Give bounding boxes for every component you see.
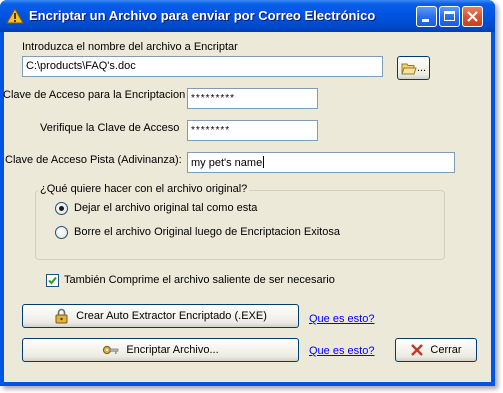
warning-lock-icon xyxy=(6,8,24,24)
compress-checkbox[interactable] xyxy=(46,274,59,287)
password-label: Clave de Acceso para la Encriptacion xyxy=(3,89,186,101)
file-path-input[interactable]: C:\products\FAQ's.doc xyxy=(22,56,383,77)
encrypt-file-label: Encriptar Archivo... xyxy=(126,344,219,356)
hint-label: Clave de Acceso Pista (Adivinanza): xyxy=(5,154,182,166)
minimize-icon xyxy=(422,19,429,22)
browse-button[interactable]: ... xyxy=(397,56,430,80)
verify-label: Verifique la Clave de Acceso xyxy=(40,122,180,134)
file-label: Introduzca el nombre del archivo a Encri… xyxy=(22,41,238,53)
close-button[interactable] xyxy=(462,6,483,27)
folder-icon xyxy=(401,63,417,74)
hint-value: my pet's name xyxy=(191,157,263,169)
help-link-encrypt[interactable]: Que es esto? xyxy=(309,345,374,357)
encrypt-file-button[interactable]: Encriptar Archivo... xyxy=(22,338,299,362)
hint-input[interactable]: my pet's name xyxy=(187,152,455,173)
close-icon xyxy=(467,11,478,22)
verify-password-input[interactable]: ******** xyxy=(187,120,318,141)
key-icon xyxy=(102,342,120,358)
checkmark-icon xyxy=(48,276,57,285)
original-file-group-title: ¿Qué quiere hacer con el archivo origina… xyxy=(38,183,250,195)
delete-original-label[interactable]: Borre el archivo Original luego de Encri… xyxy=(74,226,340,238)
close-dialog-button[interactable]: Cerrar xyxy=(395,338,477,362)
cancel-x-icon xyxy=(410,343,424,357)
dialog-body: Introduzca el nombre del archivo a Encri… xyxy=(3,32,491,382)
create-exe-button[interactable]: Crear Auto Extractor Encriptado (.EXE) xyxy=(22,304,299,328)
text-caret xyxy=(263,156,265,168)
window-title: Encriptar un Archivo para enviar por Cor… xyxy=(29,8,376,23)
maximize-icon xyxy=(444,11,455,21)
help-link-exe[interactable]: Que es esto? xyxy=(309,313,374,325)
close-dialog-label: Cerrar xyxy=(430,344,462,356)
keep-original-label[interactable]: Dejar el archivo original tal como esta xyxy=(74,202,257,214)
main-window: Encriptar un Archivo para enviar por Cor… xyxy=(0,0,495,386)
password-input[interactable]: ********* xyxy=(187,88,318,109)
create-exe-label: Crear Auto Extractor Encriptado (.EXE) xyxy=(76,310,267,322)
keep-original-radio[interactable] xyxy=(55,202,68,215)
compress-label[interactable]: También Comprime el archivo saliente de … xyxy=(64,274,335,286)
original-file-group xyxy=(35,190,445,260)
title-bar[interactable]: Encriptar un Archivo para enviar por Cor… xyxy=(0,0,495,32)
delete-original-radio[interactable] xyxy=(55,226,68,239)
exe-lock-icon xyxy=(54,308,70,324)
maximize-button[interactable] xyxy=(439,6,460,27)
browse-label: ... xyxy=(416,62,427,74)
minimize-button[interactable] xyxy=(416,6,437,27)
